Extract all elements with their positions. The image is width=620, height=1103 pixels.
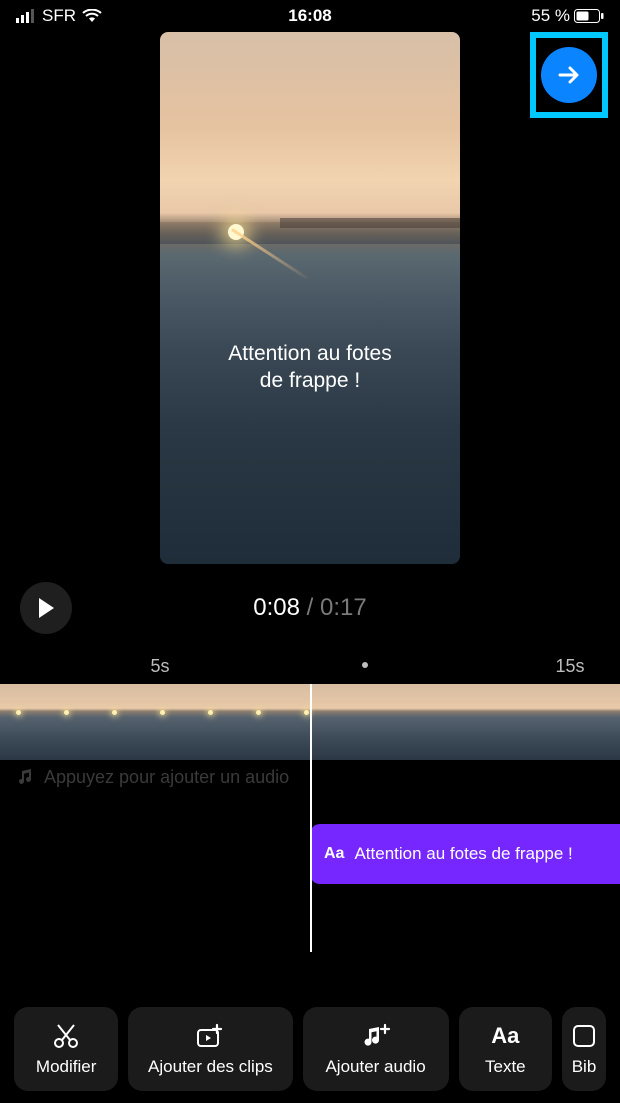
- add-audio-label: Ajouter audio: [325, 1057, 425, 1077]
- playhead[interactable]: [310, 684, 312, 952]
- add-clips-button[interactable]: Ajouter des clips: [128, 1007, 292, 1091]
- text-aa-icon: Aa: [324, 845, 344, 863]
- clip-thumbnail[interactable]: [48, 684, 96, 760]
- clip-thumbnail[interactable]: [576, 684, 620, 760]
- ruler-tick-5s: 5s: [150, 656, 169, 677]
- time-display: 0:08 / 0:17: [253, 594, 366, 622]
- clip-thumbnail[interactable]: [240, 684, 288, 760]
- library-button[interactable]: Bib: [562, 1007, 606, 1091]
- status-left: SFR: [16, 6, 102, 26]
- arrow-right-icon: [556, 62, 582, 88]
- battery-icon: [574, 9, 604, 23]
- bottom-toolbar: Modifier Ajouter des clips Ajouter audio…: [0, 1007, 620, 1091]
- clip-thumbnail[interactable]: [480, 684, 528, 760]
- clip-thumbnail[interactable]: [192, 684, 240, 760]
- overlay-line1: Attention au fotes: [160, 340, 460, 367]
- carrier-label: SFR: [42, 6, 76, 26]
- clip-thumbnail[interactable]: [528, 684, 576, 760]
- modify-button[interactable]: Modifier: [14, 1007, 118, 1091]
- add-audio-icon: [361, 1023, 391, 1049]
- ruler-dot: [362, 662, 368, 668]
- text-icon: Aa: [491, 1023, 519, 1049]
- text-clip-label: Attention au fotes de frappe !: [354, 844, 572, 864]
- clip-thumbnail[interactable]: [144, 684, 192, 760]
- clip-thumbnail[interactable]: [336, 684, 384, 760]
- add-clips-label: Ajouter des clips: [148, 1057, 273, 1077]
- add-clip-icon: [195, 1023, 225, 1049]
- audio-placeholder: Appuyez pour ajouter un audio: [44, 767, 289, 788]
- play-icon: [36, 597, 56, 619]
- clip-thumbnail[interactable]: [288, 684, 336, 760]
- next-button-highlight: [530, 32, 608, 118]
- timeline[interactable]: Appuyez pour ajouter un audio Aa Attenti…: [0, 684, 620, 892]
- clip-thumbnail[interactable]: [384, 684, 432, 760]
- signal-icon: [16, 9, 36, 23]
- playback-row: 0:08 / 0:17: [0, 580, 620, 636]
- overlay-line2: de frappe !: [160, 367, 460, 394]
- modify-label: Modifier: [36, 1057, 96, 1077]
- timeline-ruler: 5s 15s: [0, 656, 620, 684]
- next-button[interactable]: [541, 47, 597, 103]
- time-current: 0:08: [253, 594, 300, 621]
- video-preview[interactable]: Attention au fotes de frappe !: [160, 32, 460, 564]
- time-total: 0:17: [320, 594, 367, 621]
- text-label: Texte: [485, 1057, 526, 1077]
- battery-percent: 55 %: [531, 6, 570, 26]
- preview-skyline: [280, 218, 460, 228]
- play-button[interactable]: [20, 582, 72, 634]
- clip-thumbnail[interactable]: [432, 684, 480, 760]
- preview-area: Attention au fotes de frappe !: [0, 32, 620, 564]
- clip-thumbnail[interactable]: [96, 684, 144, 760]
- add-audio-button[interactable]: Ajouter audio: [303, 1007, 449, 1091]
- wifi-icon: [82, 9, 102, 23]
- overlay-text: Attention au fotes de frappe !: [160, 340, 460, 395]
- status-right: 55 %: [531, 6, 604, 26]
- library-label: Bib: [572, 1057, 597, 1077]
- clock: 16:08: [288, 6, 331, 26]
- library-icon: [571, 1023, 597, 1049]
- status-bar: SFR 16:08 55 %: [0, 0, 620, 32]
- scissors-icon: [52, 1022, 80, 1050]
- text-clip[interactable]: Aa Attention au fotes de frappe !: [310, 824, 620, 884]
- music-note-icon: [16, 768, 34, 786]
- ruler-tick-15s: 15s: [555, 656, 584, 677]
- clip-thumbnail[interactable]: [0, 684, 48, 760]
- text-button[interactable]: Aa Texte: [459, 1007, 552, 1091]
